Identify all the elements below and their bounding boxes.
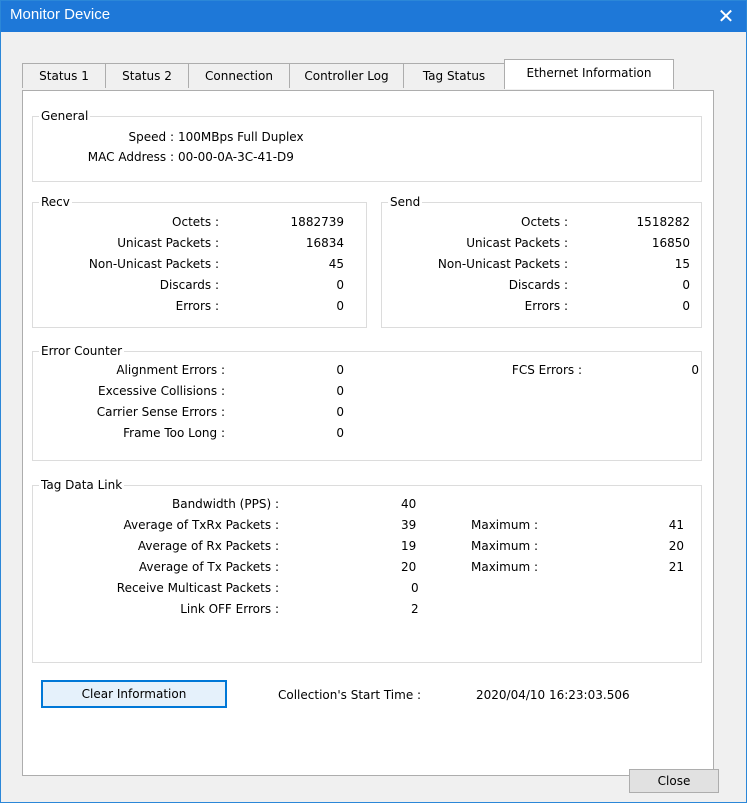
dialog-client: Status 1 Status 2 Connection Controller …	[1, 32, 746, 802]
tag-data-link-label: Link OFF Errors :	[180, 602, 279, 616]
tab-connection[interactable]: Connection	[188, 63, 290, 88]
recv-label: Discards :	[159, 278, 219, 292]
speed-value: 100MBps Full Duplex	[178, 130, 304, 144]
recv-value: 45	[328, 257, 344, 271]
tab-status-1[interactable]: Status 1	[22, 63, 106, 88]
tab-label: Status 1	[39, 69, 89, 83]
title-bar: Monitor Device ✕	[1, 1, 746, 32]
tag-data-link-group: Tag Data Link Bandwidth (PPS) : 40 Avera…	[32, 478, 702, 663]
general-group: General Speed : 100MBps Full Duplex MAC …	[32, 109, 702, 182]
recv-label: Non-Unicast Packets :	[88, 257, 219, 271]
send-label: Unicast Packets :	[466, 236, 568, 250]
recv-group: Recv Octets : 1882739 Unicast Packets : …	[32, 195, 367, 328]
error-counter-value: 0	[336, 405, 344, 419]
group-title: Error Counter	[39, 344, 125, 358]
fcs-errors-label: FCS Errors :	[511, 363, 582, 377]
tag-data-link-value: 2	[411, 602, 419, 616]
send-value: 16850	[651, 236, 690, 250]
group-title: Recv	[39, 195, 72, 209]
tag-data-link-value: 19	[401, 539, 417, 553]
tab-tag-status[interactable]: Tag Status	[403, 63, 505, 88]
send-value: 15	[674, 257, 690, 271]
error-counter-value: 0	[336, 426, 344, 440]
error-counter-label: Frame Too Long :	[123, 426, 225, 440]
clear-information-button[interactable]: Clear Information	[41, 680, 227, 708]
recv-value: 16834	[305, 236, 344, 250]
group-title: Send	[388, 195, 423, 209]
tag-data-link-label: Average of TxRx Packets :	[123, 518, 279, 532]
tab-controller-log[interactable]: Controller Log	[289, 63, 404, 88]
tag-data-link-value: 0	[411, 581, 419, 595]
send-label: Errors :	[524, 299, 568, 313]
group-title: General	[39, 109, 91, 123]
mac-address-label: MAC Address :	[87, 150, 174, 164]
maximum-value: 41	[668, 518, 684, 532]
maximum-label: Maximum :	[471, 518, 538, 532]
error-counter-group: Error Counter Alignment Errors : 0 Exces…	[32, 344, 702, 461]
recv-value: 0	[336, 278, 344, 292]
maximum-label: Maximum :	[471, 560, 538, 574]
recv-label: Unicast Packets :	[117, 236, 219, 250]
collection-start-time-label: Collection's Start Time :	[278, 688, 422, 702]
tab-label: Controller Log	[304, 69, 389, 83]
close-button[interactable]: Close	[629, 769, 719, 793]
recv-value: 1882739	[290, 215, 344, 229]
send-label: Octets :	[521, 215, 568, 229]
tab-label: Connection	[205, 69, 273, 83]
group-title: Tag Data Link	[39, 478, 125, 492]
recv-value: 0	[336, 299, 344, 313]
error-counter-label: Excessive Collisions :	[98, 384, 225, 398]
monitor-device-window: Monitor Device ✕ Status 1 Status 2 Conne…	[0, 0, 747, 803]
send-group: Send Octets : 1518282 Unicast Packets : …	[381, 195, 702, 328]
tab-ethernet-information[interactable]: Ethernet Information	[504, 59, 674, 89]
maximum-value: 20	[668, 539, 684, 553]
tab-label: Status 2	[122, 69, 172, 83]
window-title: Monitor Device	[10, 6, 111, 23]
tab-status-2[interactable]: Status 2	[105, 63, 189, 88]
tag-data-link-value: 39	[401, 518, 417, 532]
send-label: Discards :	[508, 278, 568, 292]
tab-label: Ethernet Information	[526, 66, 652, 80]
error-counter-label: Carrier Sense Errors :	[96, 405, 225, 419]
maximum-value: 21	[668, 560, 684, 574]
tab-label: Tag Status	[422, 69, 486, 83]
ethernet-information-panel: General Speed : 100MBps Full Duplex MAC …	[22, 90, 714, 776]
collection-start-time-value: 2020/04/10 16:23:03.506	[476, 688, 630, 702]
mac-address-value: 00-00-0A-3C-41-D9	[178, 150, 294, 164]
error-counter-label: Alignment Errors :	[116, 363, 225, 377]
send-label: Non-Unicast Packets :	[437, 257, 568, 271]
tag-data-link-label: Average of Rx Packets :	[137, 539, 279, 553]
tag-data-link-label: Bandwidth (PPS) :	[171, 497, 279, 511]
speed-label: Speed :	[128, 130, 174, 144]
close-icon[interactable]: ✕	[706, 1, 746, 32]
send-value: 0	[682, 299, 690, 313]
tag-data-link-label: Receive Multicast Packets :	[116, 581, 279, 595]
tag-data-link-value: 20	[401, 560, 417, 574]
error-counter-value: 0	[336, 363, 344, 377]
maximum-label: Maximum :	[471, 539, 538, 553]
send-value: 1518282	[636, 215, 690, 229]
recv-label: Octets :	[172, 215, 219, 229]
tag-data-link-label: Average of Tx Packets :	[138, 560, 279, 574]
error-counter-value: 0	[336, 384, 344, 398]
recv-label: Errors :	[175, 299, 219, 313]
fcs-errors-value: 0	[691, 363, 699, 377]
send-value: 0	[682, 278, 690, 292]
tag-data-link-value: 40	[401, 497, 417, 511]
